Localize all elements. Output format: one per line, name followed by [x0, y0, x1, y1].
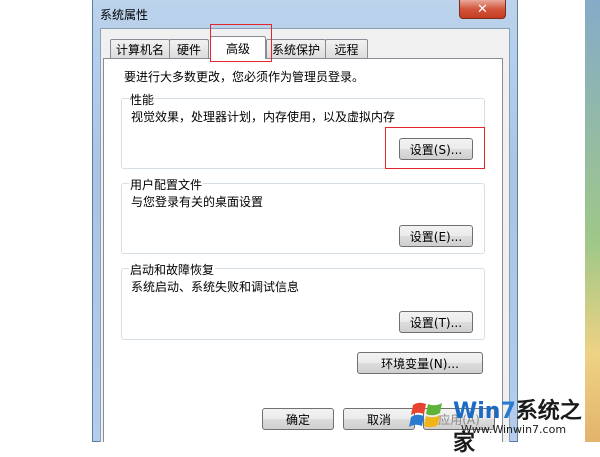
- button-label: 确定: [285, 412, 310, 427]
- watermark-brand-7: 7: [500, 399, 516, 424]
- button-label: 环境变量(N)...: [381, 356, 459, 371]
- highlight-advanced-tab: [210, 24, 272, 62]
- tab-remote[interactable]: 远程: [325, 39, 368, 58]
- admin-note: 要进行大多数更改，您必须作为管理员登录。: [124, 70, 365, 84]
- windows-logo-icon: [409, 402, 442, 428]
- button-label: 设置(E)...: [409, 229, 463, 244]
- user-profiles-settings-button[interactable]: 设置(E)...: [399, 225, 473, 247]
- tab-hardware[interactable]: 硬件: [169, 39, 209, 58]
- watermark-url: Www.Winwin7.com: [461, 423, 567, 436]
- tab-label: 系统保护: [271, 42, 320, 57]
- user-profiles-description: 与您登录有关的桌面设置: [131, 195, 264, 209]
- tab-label: 硬件: [176, 42, 201, 57]
- window-title: 系统属性: [100, 8, 149, 22]
- highlight-performance-settings: [385, 127, 485, 169]
- tab-label: 远程: [334, 42, 359, 57]
- startup-recovery-description: 系统启动、系统失败和调试信息: [131, 280, 300, 294]
- tab-label: 计算机名: [115, 42, 164, 57]
- startup-recovery-settings-button[interactable]: 设置(T)...: [399, 311, 473, 333]
- background-edge: [585, 0, 600, 442]
- close-button[interactable]: ✕: [459, 0, 506, 19]
- ok-button[interactable]: 确定: [262, 408, 334, 430]
- performance-description: 视觉效果，处理器计划，内存使用，以及虚拟内存: [131, 110, 396, 124]
- button-label: 设置(T)...: [409, 315, 463, 330]
- tab-computer-name[interactable]: 计算机名: [110, 39, 170, 58]
- group-user-profiles: 用户配置文件 与您登录有关的桌面设置 设置(E)...: [121, 176, 485, 254]
- button-label: 取消: [366, 412, 391, 427]
- group-startup-recovery: 启动和故障恢复 系统启动、系统失败和调试信息 设置(T)...: [121, 261, 485, 340]
- group-label-startup-recovery: 启动和故障恢复: [129, 261, 216, 278]
- tab-system-protection[interactable]: 系统保护: [266, 39, 326, 58]
- close-icon: ✕: [477, 1, 488, 17]
- group-label-user-profiles: 用户配置文件: [129, 176, 204, 193]
- watermark-brand-win: Win: [453, 399, 501, 424]
- site-watermark: Win7系统之家 Www.Winwin7.com: [405, 393, 600, 456]
- environment-variables-button[interactable]: 环境变量(N)...: [357, 352, 483, 374]
- group-label-performance: 性能: [129, 91, 156, 108]
